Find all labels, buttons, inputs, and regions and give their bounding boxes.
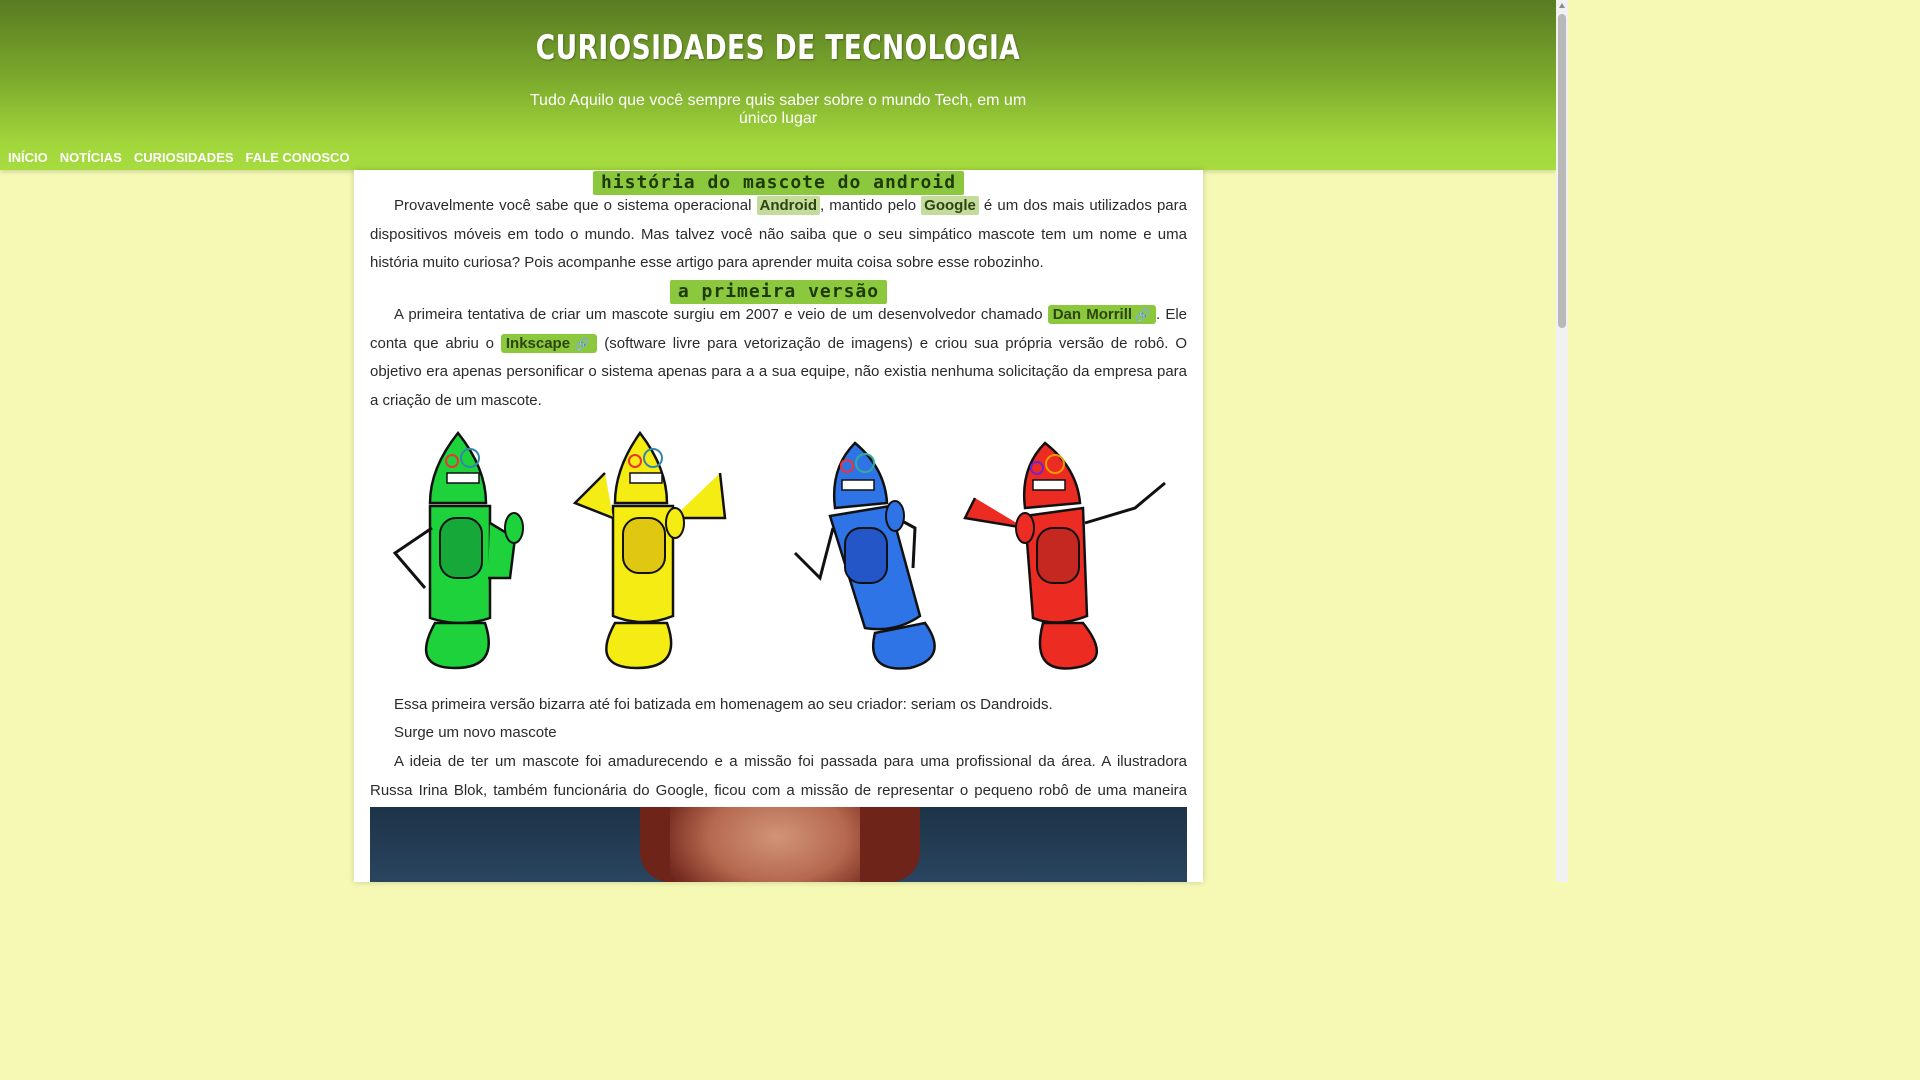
red-robot (963, 441, 1166, 670)
highlight-android: Android (756, 196, 820, 215)
site-title: CURIOSIDADES DE TECNOLOGIA (535, 28, 1021, 68)
article-content: HISTÓRIA DO MASCOTE DO ANDROID Provavelm… (354, 170, 1203, 882)
robot-panel (1036, 527, 1080, 584)
scroll-up-arrow-icon[interactable] (1559, 3, 1565, 8)
robot-foot (605, 621, 673, 670)
robot-foot (424, 621, 490, 670)
dandroids-illustration (392, 430, 1166, 670)
irina-blok-photo (370, 807, 1187, 882)
site-header: CURIOSIDADES DE TECNOLOGIA Tudo Aquilo q… (0, 0, 1556, 170)
link-inkscape-label: Inkscape (505, 334, 571, 352)
robot-foot (1038, 621, 1099, 670)
dandroids-paragraph: Essa primeira versão bizarra até foi bat… (394, 696, 1053, 713)
highlight-google: Google (921, 196, 979, 215)
robot-head (833, 441, 889, 510)
page-scrollbar[interactable] (1556, 0, 1568, 882)
nav-item-noticias[interactable]: NOTÍCIAS (60, 150, 122, 165)
link-chain-icon: 🔗 (1134, 308, 1151, 322)
robot-panel (439, 517, 483, 579)
intro-paragraph: Provavelmente você sabe que o sistema op… (370, 192, 1187, 278)
robot-head (1023, 441, 1082, 510)
first-version-paragraph: A primeira tentativa de criar um mascote… (370, 301, 1187, 415)
robot-head (428, 430, 488, 505)
link-inkscape[interactable]: Inkscape 🔗 (500, 333, 598, 353)
photo-face (670, 807, 885, 882)
photo-hair-right (860, 807, 920, 882)
nav-item-fale-conosco[interactable]: FALE CONOSCO (246, 150, 350, 165)
nav-item-curiosidades[interactable]: CURIOSIDADES (134, 150, 234, 165)
first-text-1: A primeira tentativa de criar um mascote… (394, 306, 1048, 323)
green-robot (392, 430, 524, 670)
scrollbar-thumb[interactable] (1558, 14, 1566, 328)
yellow-robot (572, 430, 727, 670)
blue-robot (793, 441, 936, 670)
site-subtitle: Tudo Aquilo que você sempre quis saber s… (529, 92, 1027, 127)
link-dan-morrill[interactable]: Dan Morrill 🔗 (1047, 305, 1156, 324)
main-nav: INÍCIO NOTÍCIAS CURIOSIDADES FALE CONOSC… (8, 150, 350, 165)
novo-mascote-paragraph: Surge um novo mascote (394, 724, 557, 741)
link-dan-morrill-label: Dan Morrill (1052, 306, 1133, 323)
robot-head (613, 430, 669, 505)
nav-item-inicio[interactable]: INÍCIO (8, 150, 48, 165)
intro-text-2: , mantido pelo (820, 197, 922, 214)
intro-text-1: Provavelmente você sabe que o sistema op… (394, 197, 757, 214)
link-chain-icon: 🔗 (572, 336, 593, 351)
robot-panel (844, 527, 888, 584)
robot-panel (622, 517, 666, 574)
